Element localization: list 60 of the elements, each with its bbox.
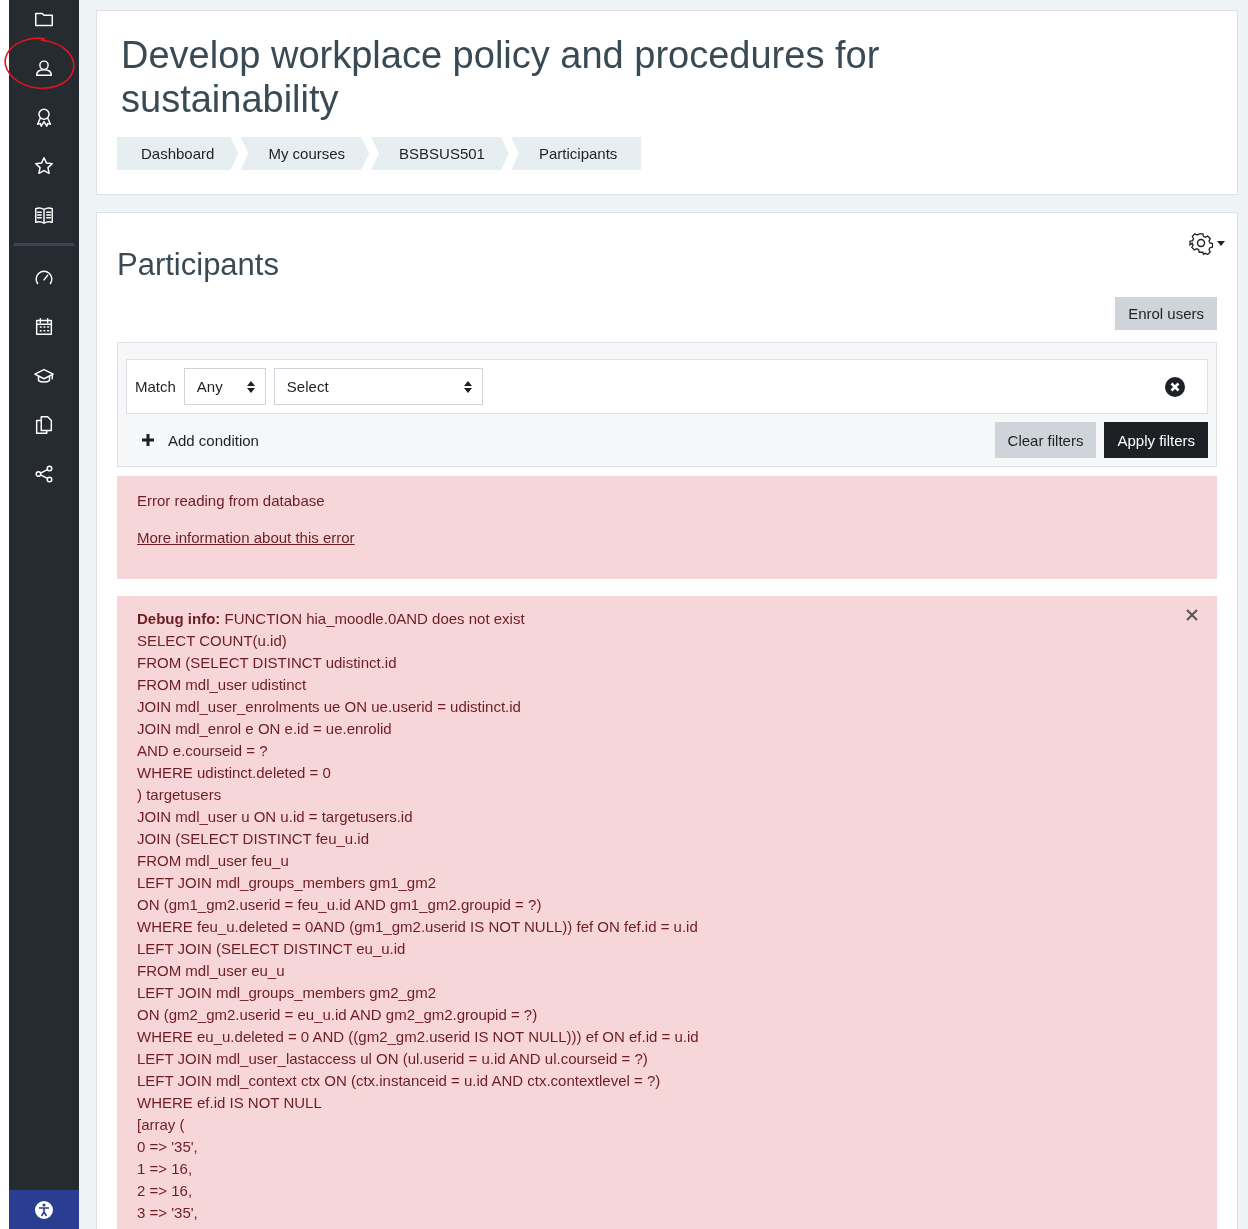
debug-line: Debug info: FUNCTION hia_moodle.0AND does not exist (137, 609, 525, 629)
settings-icon (1189, 231, 1213, 255)
error-message: Error reading from database (137, 492, 326, 509)
book-icon[interactable] (33, 204, 55, 226)
debug-line: 1 => 16, (137, 1159, 193, 1179)
debug-line: FROM mdl_user udistinct (137, 675, 307, 695)
caret-icon (1217, 240, 1225, 246)
debug-line: AND e.courseid = ? (137, 741, 268, 761)
star-icon[interactable] (33, 155, 55, 177)
debug-line: FROM (SELECT DISTINCT udistinct.id (137, 653, 397, 673)
error-info-link[interactable]: More information about this error (137, 529, 355, 546)
debug-line: SELECT COUNT(u.id) (137, 631, 287, 651)
debug-line: [array ( (137, 1115, 185, 1135)
documents-icon[interactable] (33, 414, 55, 436)
breadcrumb-link[interactable]: My courses (240, 137, 370, 170)
breadcrumb-link[interactable]: Participants (510, 137, 642, 170)
sort-arrows-icon (463, 380, 472, 393)
debug-line: LEFT JOIN (SELECT DISTINCT eu_u.id (137, 939, 406, 959)
accessibility-icon (34, 1199, 54, 1220)
close-button[interactable] (1185, 608, 1199, 622)
debug-line: JOIN mdl_enrol e ON e.id = ue.enrolid (137, 719, 392, 739)
debug-line: LEFT JOIN mdl_groups_members gm1_gm2 (137, 873, 436, 893)
page-title: Develop workplace policy and procedures for sustainability (121, 33, 881, 121)
add-condition-button[interactable]: Add condition (126, 431, 259, 449)
debug-line: WHERE eu_u.deleted = 0 AND ((gm2_gm2.userid IS NOT NULL))) ef ON ef.id = u.id (137, 1027, 699, 1047)
debug-line: JOIN mdl_user u ON u.id = targetusers.id (137, 807, 413, 827)
enrol-users-button[interactable]: Enrol users (1115, 297, 1217, 330)
settings-menu-button[interactable] (1189, 231, 1225, 255)
debug-line: ON (gm1_gm2.userid = feu_u.id AND gm1_gm2.groupid = ?) (137, 895, 542, 915)
debug-line: ON (gm2_gm2.userid = eu_u.id AND gm2_gm2.groupid = ?) (137, 1005, 538, 1025)
sort-arrows-icon (246, 380, 255, 393)
debug-line: LEFT JOIN mdl_context ctx ON (ctx.instanceid = u.id AND ctx.contextlevel = ?) (137, 1071, 661, 1091)
clear-filters-button[interactable]: Clear filters (994, 422, 1097, 458)
debug-line: 0 => '35', (137, 1137, 198, 1157)
debug-line: FROM mdl_user eu_u (137, 961, 285, 981)
breadcrumb-link[interactable]: Dashboard (117, 137, 239, 170)
debug-line: FROM mdl_user feu_u (137, 851, 289, 871)
debug-line: ) targetusers (137, 785, 222, 805)
calendar-icon[interactable] (33, 316, 55, 338)
debug-line: LEFT JOIN mdl_user_lastaccess ul ON (ul.userid = u.id AND ul.courseid = ?) (137, 1049, 648, 1069)
match-label: Match (135, 378, 176, 395)
apply-filters-button[interactable]: Apply filters (1104, 422, 1208, 458)
debug-line: LEFT JOIN mdl_groups_members gm2_gm2 (137, 983, 436, 1003)
remove-row-icon[interactable] (1165, 376, 1185, 397)
debug-line: WHERE ef.id IS NOT NULL (137, 1093, 322, 1113)
debug-line: JOIN (SELECT DISTINCT feu_u.id (137, 829, 370, 849)
accessibility-button[interactable] (9, 1190, 79, 1229)
debug-line: 2 => 16, (137, 1181, 193, 1201)
user-icon[interactable] (33, 57, 55, 79)
share-icon[interactable] (33, 463, 55, 485)
section-heading: Participants (117, 247, 279, 283)
debug-line: WHERE udistinct.deleted = 0 (137, 763, 331, 783)
match-dropdown[interactable]: Any (183, 368, 266, 405)
breadcrumb-link[interactable]: BSBSUS501 (371, 137, 509, 170)
debug-line: WHERE feu_u.deleted = 0AND (gm1_gm2.userid IS NOT NULL)) fef ON fef.id = u.id (137, 917, 698, 937)
debug-line: 3 => '35', (137, 1203, 198, 1223)
plus-icon (142, 434, 154, 446)
debug-line: JOIN mdl_user_enrolments ue ON ue.userid = udistinct.id (137, 697, 521, 717)
field-dropdown[interactable]: Select (273, 368, 483, 405)
close-icon (1185, 608, 1199, 622)
